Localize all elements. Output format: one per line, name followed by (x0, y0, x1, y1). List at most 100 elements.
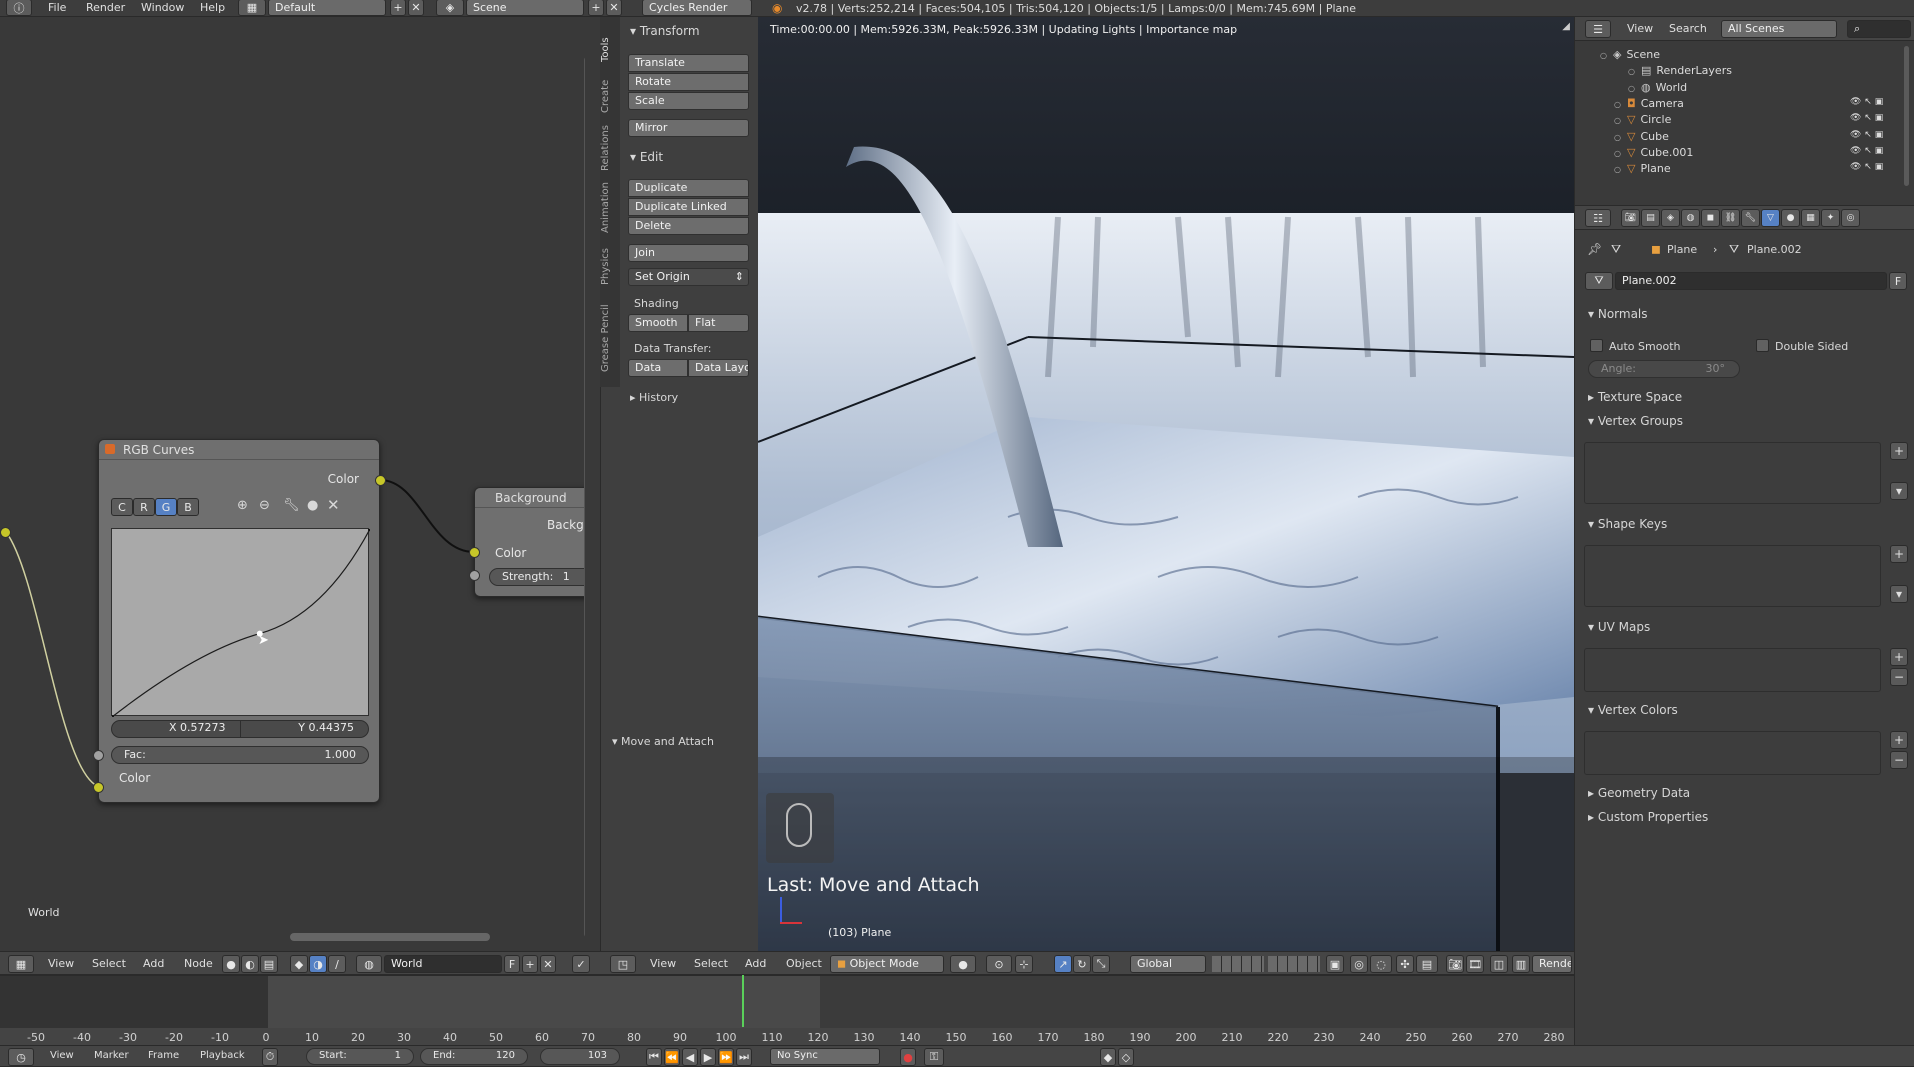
vertex-group-menu-button[interactable]: ▾ (1890, 482, 1908, 500)
timeline-menu-view[interactable]: View (50, 1050, 74, 1061)
jump-prev-key-icon[interactable]: ⏪ (664, 1048, 680, 1066)
rotate-manipulator-icon[interactable]: ↻ (1073, 955, 1091, 973)
info-editor-type-icon[interactable]: ⓘ (6, 0, 32, 16)
viewport-shading-icon[interactable]: ● (950, 955, 976, 973)
context-tab-scene-icon[interactable]: ◈ (1661, 209, 1680, 227)
play-reverse-icon[interactable]: ◀ (682, 1048, 698, 1066)
timeline[interactable] (0, 975, 1574, 1046)
visibility-toggles-icon[interactable]: 👁︎ ↖ ▣ (1850, 97, 1883, 107)
auto-smooth-checkbox[interactable]: Auto Smooth (1590, 339, 1680, 353)
mesh-name-field[interactable]: Plane.002 (1615, 272, 1887, 290)
edit-panel-header[interactable]: ▾ Edit (630, 150, 663, 164)
shader-type-world-icon[interactable]: ◐ (241, 955, 259, 973)
background-node[interactable]: Background Backg Color Strength: 1 (474, 487, 585, 597)
visibility-toggles-icon[interactable]: 👁︎ ↖ ▣ (1850, 162, 1883, 172)
expand-icon[interactable]: ○ (1614, 133, 1621, 142)
opengl-render-icon[interactable]: 📷︎ (1446, 955, 1464, 973)
outliner-row-renderlayers[interactable]: ○ ▤ RenderLayers (1628, 64, 1732, 80)
snap-toggle-icon[interactable]: ✣ (1396, 955, 1414, 973)
insert-key-icon[interactable]: ◆ (1100, 1048, 1116, 1066)
layer-buttons-group-2[interactable] (1268, 956, 1320, 972)
node-menu-node[interactable]: Node (184, 957, 213, 970)
color-input-socket[interactable] (93, 782, 104, 793)
keying-set-icon[interactable]: ⚿ (924, 1048, 944, 1066)
zoom-in-icon[interactable]: ⊕ (237, 498, 248, 513)
render-engine-dropdown[interactable]: Cycles Render (642, 0, 752, 16)
record-icon[interactable]: ● (900, 1048, 916, 1066)
context-tab-data-icon[interactable]: ▽ (1761, 209, 1780, 227)
sync-dropdown[interactable]: No Sync (770, 1048, 880, 1065)
shader-world-icon[interactable]: ◑ (309, 955, 327, 973)
expand-icon[interactable]: ○ (1628, 84, 1635, 93)
menu-render[interactable]: Render (86, 1, 125, 14)
proportional-edit-icon[interactable]: ◎ (1350, 955, 1368, 973)
viewport-menu-object[interactable]: Object (786, 957, 822, 970)
data-button[interactable]: Data (628, 359, 688, 377)
mesh-fake-user-button[interactable]: F (1889, 272, 1907, 290)
rgb-curves-node-header[interactable]: RGB Curves (99, 440, 379, 460)
channel-b-button[interactable]: B (177, 498, 199, 516)
pin-icon[interactable]: 📌︎ (1587, 242, 1602, 256)
tab-relations[interactable]: Relations (600, 120, 620, 176)
shape-key-add-button[interactable]: + (1890, 545, 1908, 563)
node-menu-view[interactable]: View (48, 957, 74, 970)
zoom-out-icon[interactable]: ⊖ (259, 498, 270, 513)
clip-dot-icon[interactable]: ● (307, 498, 318, 513)
custom-properties-header[interactable]: ▸ Custom Properties (1588, 810, 1708, 824)
timeline-editor-type-icon[interactable]: ◷ (8, 1048, 34, 1066)
translate-manipulator-icon[interactable]: ↗ (1054, 955, 1072, 973)
scale-manipulator-icon[interactable]: ⤡ (1092, 955, 1110, 973)
rgb-curves-node[interactable]: RGB Curves Color C R G B ⊕ ⊖ 🔧︎ ● ✕ ➤ X … (98, 439, 380, 803)
properties-editor-type-icon[interactable]: ☷ (1585, 209, 1611, 227)
outliner-menu-search[interactable]: Search (1669, 22, 1707, 35)
delete-scene-icon[interactable]: ✕ (606, 0, 622, 16)
visibility-toggles-icon[interactable]: 👁︎ ↖ ▣ (1850, 113, 1883, 123)
context-tab-constraints-icon[interactable]: ⛓ (1721, 209, 1740, 227)
screen-layout-icon[interactable]: ▦ (238, 0, 266, 16)
world-add-icon[interactable]: + (522, 955, 538, 973)
shader-type-line-icon[interactable]: ▤ (260, 955, 278, 973)
node-menu-add[interactable]: Add (143, 957, 164, 970)
menu-file[interactable]: File (48, 1, 66, 14)
node-editor[interactable]: RGB Curves Color C R G B ⊕ ⊖ 🔧︎ ● ✕ ➤ X … (0, 17, 585, 952)
curves-output-socket[interactable] (375, 475, 386, 486)
render-preview-icon[interactable]: ▥ (1512, 955, 1530, 973)
join-button[interactable]: Join (628, 244, 749, 262)
render-dropdown[interactable]: Rende (1532, 955, 1572, 973)
viewport-menu-add[interactable]: Add (745, 957, 766, 970)
outliner-row-circle[interactable]: ○ ▽ Circle 👁︎ ↖ ▣ (1614, 113, 1883, 129)
data-layout-button[interactable]: Data Layo (688, 359, 749, 377)
left-node-output-socket[interactable] (0, 527, 11, 538)
preview-range-icon[interactable]: ⏱ (262, 1048, 278, 1066)
smooth-button[interactable]: Smooth (628, 314, 688, 332)
normals-panel-header[interactable]: ▾ Normals (1588, 307, 1648, 321)
viewport-menu-select[interactable]: Select (694, 957, 728, 970)
viewport-editor-type-icon[interactable]: ◳ (610, 955, 636, 973)
outliner-row-cube-001[interactable]: ○ ▽ Cube.001 👁︎ ↖ ▣ (1614, 146, 1883, 162)
overlay-icon[interactable]: ◫ (1490, 955, 1508, 973)
expand-icon[interactable]: ○ (1600, 51, 1607, 60)
orientation-dropdown[interactable]: Global (1130, 955, 1206, 973)
vertex-colors-header[interactable]: ▾ Vertex Colors (1588, 703, 1678, 717)
context-tab-object-icon[interactable]: ◼ (1701, 209, 1720, 227)
curve-control-point[interactable] (368, 529, 370, 531)
tab-animation[interactable]: Animation (600, 178, 620, 238)
object-mode-dropdown[interactable]: ◼ Object Mode (830, 955, 944, 973)
manipulator-toggle-icon[interactable]: ⊹ (1015, 955, 1033, 973)
strength-field[interactable]: Strength: 1 (489, 568, 585, 586)
world-field[interactable]: World (384, 955, 502, 973)
node-menu-select[interactable]: Select (92, 957, 126, 970)
play-icon[interactable]: ▶ (700, 1048, 716, 1066)
visibility-toggles-icon[interactable]: 👁︎ ↖ ▣ (1850, 130, 1883, 140)
reset-curve-icon[interactable]: ✕ (327, 496, 340, 514)
scene-dropdown[interactable]: Scene (466, 0, 584, 16)
y-coord-field[interactable]: Y 0.44375 (241, 721, 369, 737)
context-tab-particles-icon[interactable]: ✦ (1821, 209, 1840, 227)
timeline-menu-frame[interactable]: Frame (148, 1050, 179, 1061)
delete-key-icon[interactable]: ◇ (1118, 1048, 1134, 1066)
flat-button[interactable]: Flat (688, 314, 749, 332)
layout-dropdown[interactable]: Default (268, 0, 386, 16)
fac-field[interactable]: Fac: 1.000 (111, 746, 369, 764)
outliner-row-cube[interactable]: ○ ▽ Cube 👁︎ ↖ ▣ (1614, 130, 1883, 146)
add-layout-icon[interactable]: + (390, 0, 406, 16)
